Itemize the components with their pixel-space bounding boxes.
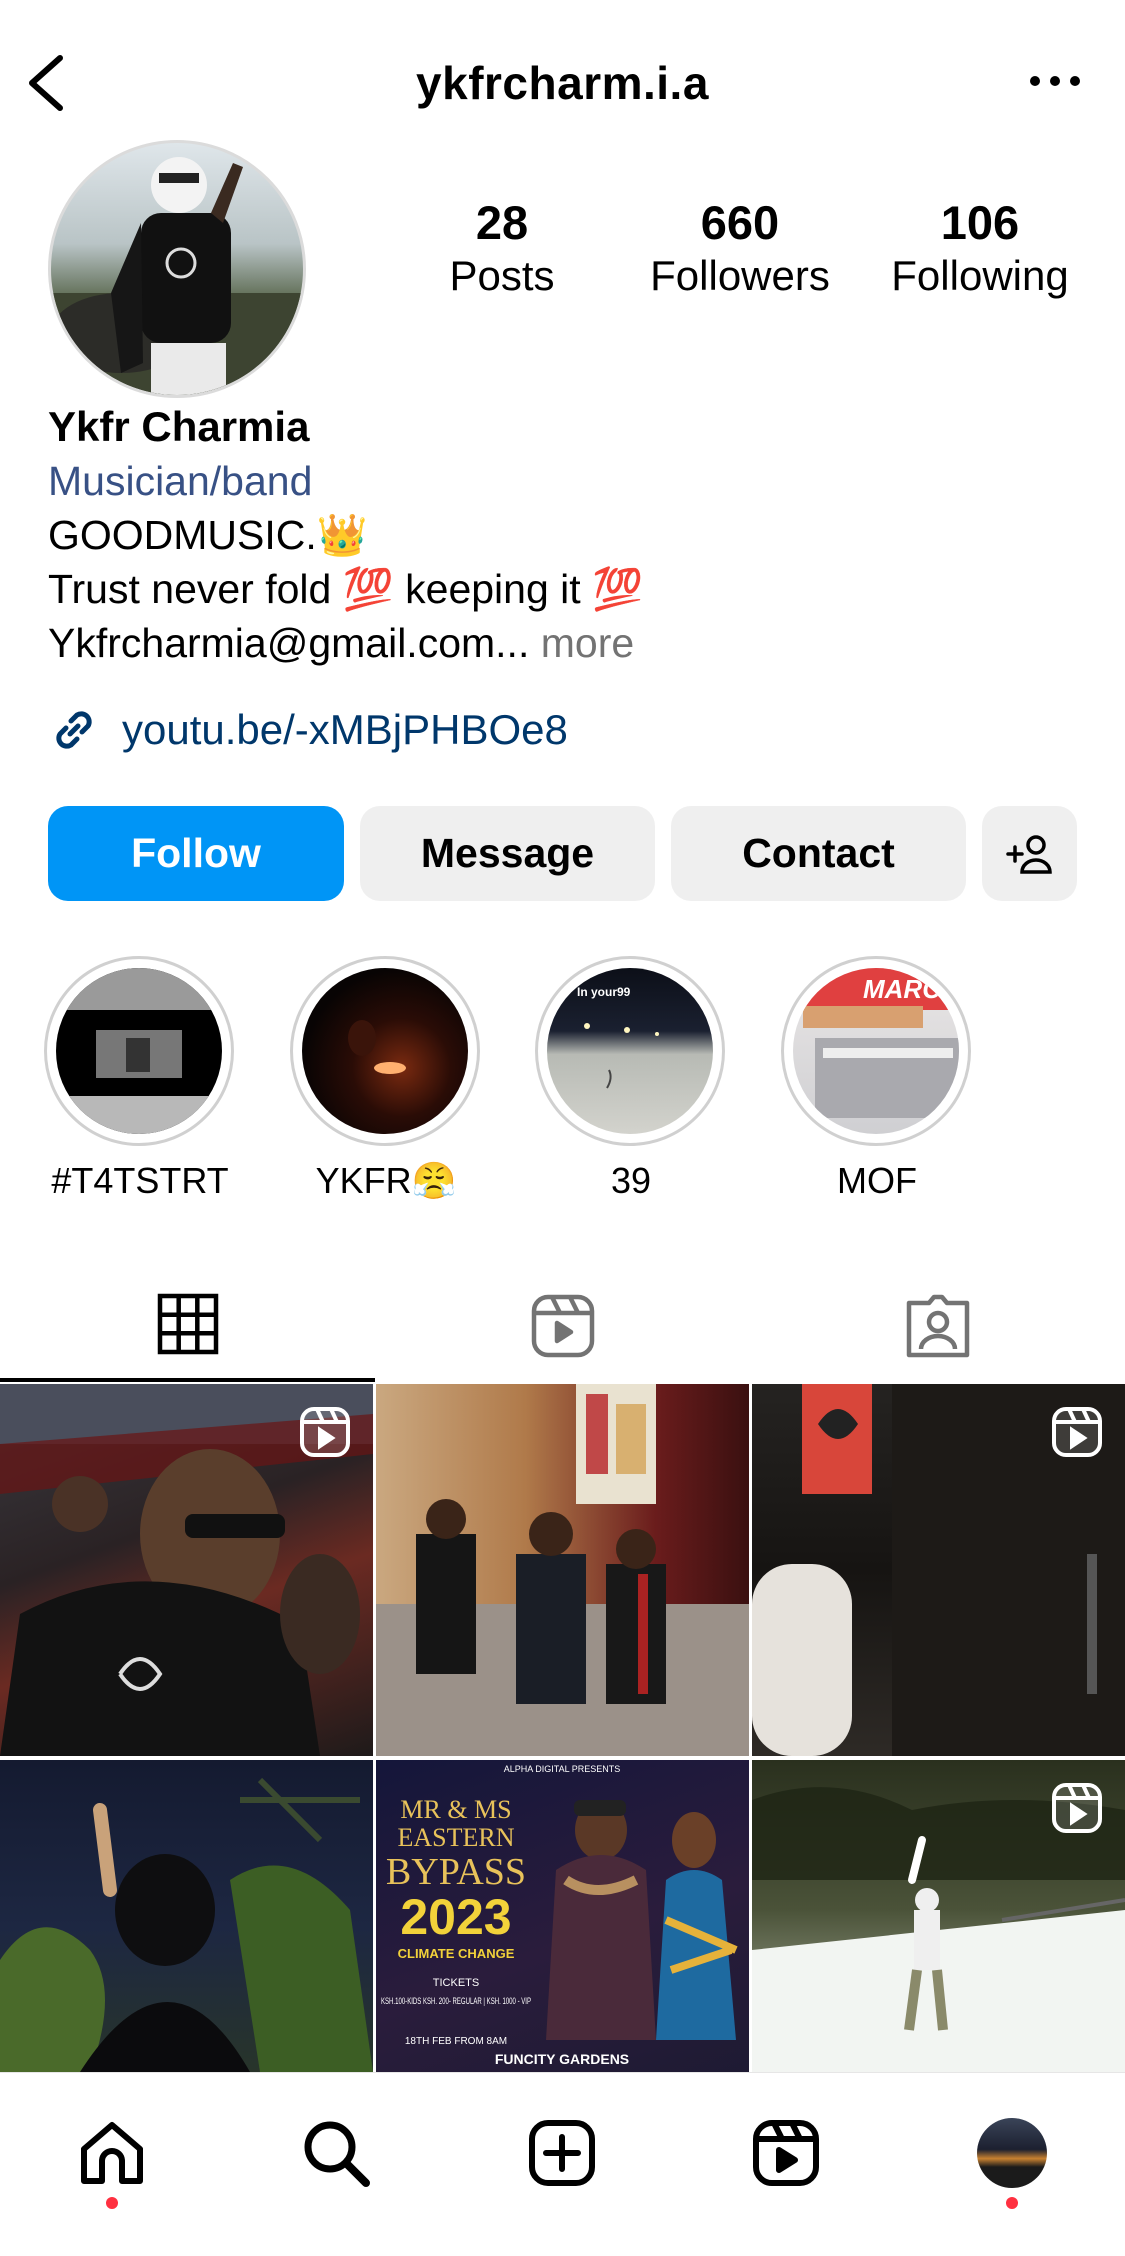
tab-posts-grid[interactable] — [0, 1270, 375, 1382]
highlight-39[interactable]: In your99 39 — [535, 956, 727, 1202]
reel-badge-icon — [300, 1407, 350, 1457]
poster-tickets-label: TICKETS — [433, 1977, 479, 1989]
avatar-photo — [51, 157, 303, 395]
poster-tagline: CLIMATE CHANGE — [398, 1946, 515, 1961]
tab-reels[interactable] — [375, 1270, 750, 1382]
event-poster-thumbnail[interactable]: ALPHA DIGITAL PRESENTS MR & MS EASTERN B… — [376, 1760, 749, 2072]
poster-title-line-3: BYPASS — [386, 1851, 526, 1893]
poster-top-line: ALPHA DIGITAL PRESENTS — [504, 1764, 621, 1774]
reels-icon — [753, 2120, 819, 2186]
highlight-cover — [302, 968, 468, 1134]
highlight-cover — [56, 968, 222, 1134]
profile-tabs — [0, 1270, 1125, 1382]
stat-following[interactable]: 106 Following — [880, 196, 1080, 302]
post-thumbnail[interactable] — [752, 1760, 1125, 2072]
tab-tagged[interactable] — [750, 1270, 1125, 1382]
following-count: 106 — [940, 196, 1020, 249]
stat-posts[interactable]: 28 Posts — [432, 196, 572, 302]
highlight-ring: In your99 — [535, 956, 725, 1146]
add-person-icon — [1005, 834, 1052, 874]
nav-home[interactable] — [72, 2113, 152, 2193]
bio-line-3: Ykfrcharmia@gmail.com... more — [48, 616, 1088, 670]
highlight-cover: In your99 — [547, 968, 713, 1134]
highlight-ring — [44, 956, 234, 1146]
poster-title-line-1: MR & MS — [400, 1795, 511, 1824]
more-options-icon[interactable] — [1027, 66, 1083, 96]
bio-email: Ykfrcharmia@gmail.com... — [48, 620, 530, 666]
highlight-label: 39 — [610, 1160, 652, 1201]
post-thumbnail[interactable] — [0, 1760, 373, 2072]
follow-button[interactable]: Follow — [48, 806, 344, 901]
bottom-navigation — [0, 2072, 1125, 2256]
profile-category: Musician/band — [48, 458, 313, 504]
top-bar: ykfrcharm.i.a — [0, 0, 1125, 150]
post-thumbnail[interactable] — [752, 1384, 1125, 1756]
create-post-icon — [529, 2120, 595, 2186]
profile-notification-dot — [1006, 2197, 1018, 2209]
message-button[interactable]: Message — [360, 806, 655, 901]
profile-link[interactable]: youtu.be/-xMBjPHBOe8 — [48, 700, 568, 760]
highlight-overlay-text: In your99 — [577, 985, 631, 999]
nav-profile[interactable] — [972, 2113, 1052, 2193]
contact-button[interactable]: Contact — [671, 806, 966, 901]
stat-followers[interactable]: 660 Followers — [640, 196, 840, 302]
link-icon — [56, 711, 92, 749]
highlight-ring — [290, 956, 480, 1146]
highlight-mof[interactable]: MARC MOF — [781, 956, 973, 1202]
following-label: Following — [891, 252, 1069, 299]
nav-create[interactable] — [522, 2113, 602, 2193]
poster-year: 2023 — [400, 1889, 511, 1945]
highlight-t4tstrt[interactable]: #T4TSTRT — [44, 956, 236, 1202]
highlight-label: MOF — [837, 1160, 917, 1201]
highlight-ykfr[interactable]: YKFR😤 — [290, 956, 482, 1202]
profile-link-text[interactable]: youtu.be/-xMBjPHBOe8 — [122, 706, 568, 754]
grid-icon — [157, 1293, 218, 1355]
profile-username: ykfrcharm.i.a — [416, 57, 709, 109]
bio-line-2: Trust never fold 💯 keeping it 💯 — [48, 566, 644, 612]
search-icon — [304, 2121, 370, 2187]
tagged-icon — [906, 1294, 969, 1358]
posts-count: 28 — [475, 196, 529, 249]
reel-badge-icon — [1052, 1407, 1102, 1457]
profile-avatar[interactable] — [48, 140, 306, 398]
poster-prices: KSH.100-KIDS KSH. 200- REGULAR | KSH. 10… — [381, 1996, 531, 2006]
highlight-cover: MARC — [793, 968, 959, 1134]
followers-count: 660 — [700, 196, 780, 249]
post-thumbnail[interactable] — [376, 1384, 749, 1756]
posts-grid: ALPHA DIGITAL PRESENTS MR & MS EASTERN B… — [0, 1384, 1125, 2072]
reel-badge-icon — [1052, 1783, 1102, 1833]
home-notification-dot — [106, 2197, 118, 2209]
profile-avatar-icon — [977, 2118, 1047, 2188]
poster-date: 18TH FEB FROM 8AM — [405, 2036, 507, 2047]
followers-label: Followers — [650, 252, 830, 299]
profile-bio: Ykfr Charmia Musician/band GOODMUSIC.👑 T… — [48, 400, 1088, 670]
post-thumbnail[interactable] — [0, 1384, 373, 1756]
bio-more-link[interactable]: more — [541, 620, 634, 666]
posts-label: Posts — [449, 252, 555, 299]
suggested-accounts-button[interactable] — [982, 806, 1077, 901]
nav-reels[interactable] — [746, 2113, 826, 2193]
poster-venue: FUNCITY GARDENS — [495, 2051, 629, 2067]
highlight-label: #T4TSTRT — [51, 1160, 229, 1201]
highlight-label: YKFR😤 — [315, 1160, 457, 1201]
highlight-ring: MARC — [781, 956, 971, 1146]
poster-title-line-2: EASTERN — [398, 1823, 515, 1852]
profile-display-name: Ykfr Charmia — [48, 403, 310, 450]
reels-icon — [531, 1294, 594, 1358]
nav-search[interactable] — [296, 2113, 376, 2193]
home-icon — [81, 2122, 143, 2184]
bio-line-1: GOODMUSIC.👑 — [48, 512, 368, 558]
highlight-overlay-text: MARC — [863, 974, 942, 1004]
